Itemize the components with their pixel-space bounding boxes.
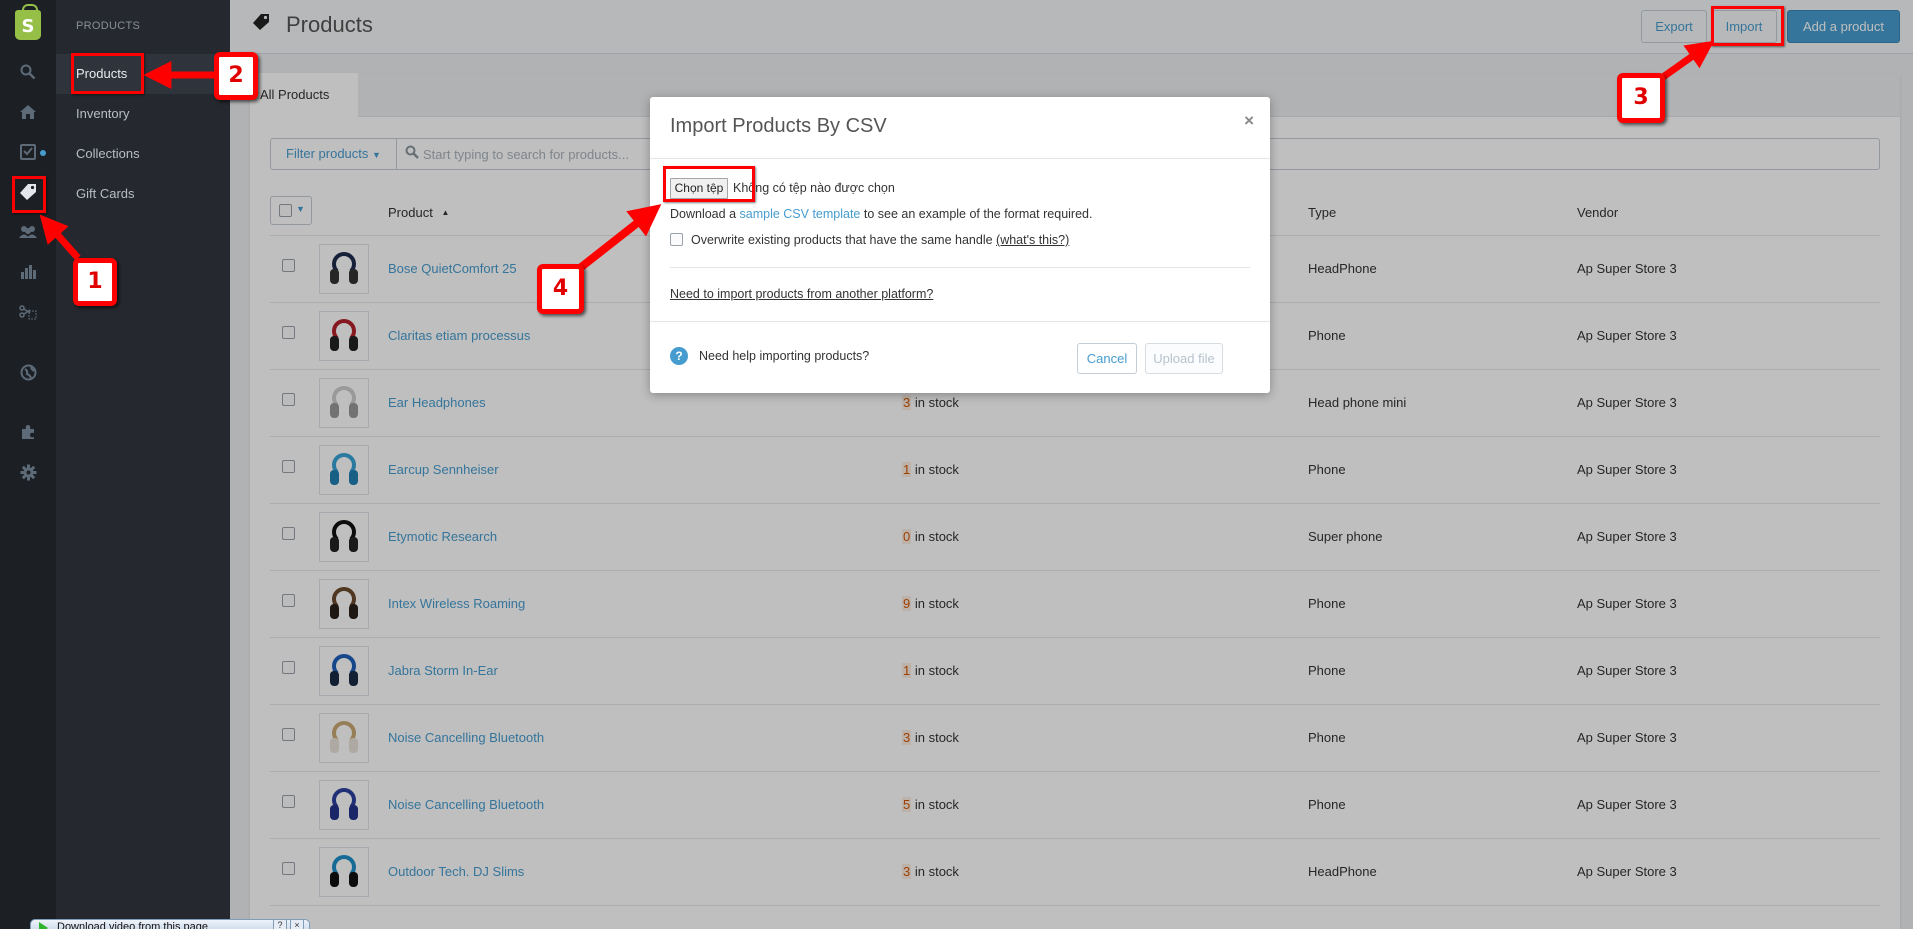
annotation-highlight-products-icon [12, 176, 46, 213]
online-store-globe-icon[interactable] [0, 358, 56, 386]
annotation-highlight-choose-file [663, 166, 755, 202]
divider [650, 321, 1270, 322]
shopify-bag-icon: S [15, 4, 41, 40]
discounts-icon[interactable] [0, 298, 56, 326]
import-from-other-platform-link[interactable]: Need to import products from another pla… [670, 287, 933, 301]
annotation-label-1: 1 [73, 258, 117, 306]
products-subnav: PRODUCTS Products Inventory Collections … [56, 0, 230, 929]
download-video-plugin-bar[interactable]: Download video from this page [30, 919, 310, 929]
upload-file-button[interactable]: Upload file [1145, 343, 1223, 374]
subnav-item-gift-cards[interactable]: Gift Cards [56, 174, 230, 214]
help-question-icon: ? [670, 347, 688, 365]
annotation-label-4: 4 [537, 264, 584, 314]
overwrite-option: Overwrite existing products that have th… [670, 233, 1069, 247]
whats-this-link[interactable]: (what's this?) [996, 233, 1069, 247]
annotation-highlight-subnav-products [71, 53, 144, 94]
cancel-button[interactable]: Cancel [1077, 343, 1137, 374]
search-icon[interactable] [0, 58, 56, 86]
help-text: Need help importing products? [699, 349, 870, 363]
play-icon [39, 922, 48, 929]
annotation-label-2: 2 [214, 52, 258, 100]
icon-rail: S [0, 0, 56, 929]
customers-icon[interactable] [0, 218, 56, 246]
plugin-bar-text: Download video from this page [57, 921, 209, 929]
modal-title: Import Products By CSV [670, 115, 887, 137]
apps-puzzle-icon[interactable] [0, 418, 56, 446]
reports-icon[interactable] [0, 258, 56, 286]
download-suffix: to see an example of the format required… [860, 207, 1093, 221]
subnav-section-title: PRODUCTS [76, 20, 141, 32]
annotation-highlight-import [1711, 6, 1784, 46]
settings-gear-icon[interactable] [0, 458, 56, 486]
import-csv-modal: Import Products By CSV × Chọn tệp Không … [650, 97, 1270, 393]
annotation-label-3: 3 [1617, 73, 1665, 123]
home-icon[interactable] [0, 98, 56, 126]
file-status-text: Không có tệp nào được chọn [733, 181, 895, 195]
download-template-text: Download a sample CSV template to see an… [670, 207, 1092, 221]
close-icon[interactable]: × [1244, 111, 1254, 131]
orders-notification-dot [40, 150, 46, 156]
plugin-help-button[interactable]: ? [273, 919, 287, 929]
subnav-item-collections[interactable]: Collections [56, 134, 230, 174]
shopify-logo[interactable]: S [0, 4, 56, 42]
plugin-close-button[interactable]: × [290, 919, 304, 929]
divider [670, 267, 1250, 268]
orders-icon[interactable] [0, 138, 56, 166]
download-prefix: Download a [670, 207, 740, 221]
overwrite-label: Overwrite existing products that have th… [691, 233, 997, 247]
divider [650, 158, 1270, 159]
sample-csv-template-link[interactable]: sample CSV template [740, 207, 861, 221]
subnav-item-inventory[interactable]: Inventory [56, 94, 230, 134]
overwrite-checkbox[interactable] [670, 233, 683, 246]
